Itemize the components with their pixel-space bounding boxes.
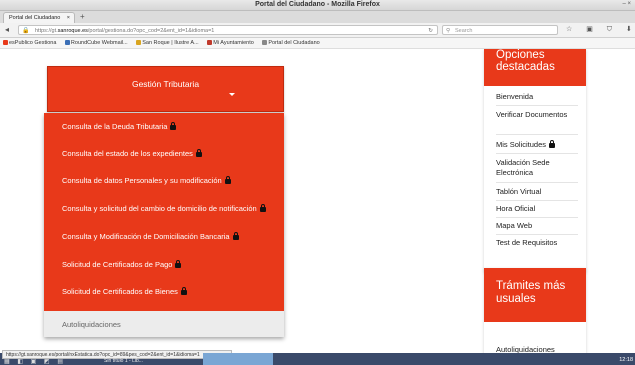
divider bbox=[496, 105, 578, 106]
gestion-tributaria-dropdown[interactable]: Gestión Tributaria bbox=[47, 66, 284, 112]
menu-item-label: Consulta y solicitud del cambio de domic… bbox=[62, 204, 257, 213]
taskbar: https://gt.sanroque.es/portal/nxEstatica… bbox=[0, 350, 635, 365]
dropdown-menu: Consulta de la Deuda Tributaria Consulta… bbox=[44, 113, 284, 337]
menu-item-label: Solicitud de Certificados de Pago bbox=[62, 260, 173, 269]
bookmark-label: esPublico Gestiona bbox=[9, 40, 57, 46]
bookmarks-bar: esPublico Gestiona RoundCube Webmail... … bbox=[0, 38, 635, 49]
taskbar-window-button[interactable]: Sin título 1 - Lib... bbox=[104, 358, 143, 365]
bookmark-label: Mi Ayuntamiento bbox=[213, 40, 254, 46]
menu-item-label: Consulta de datos Personales y su modifi… bbox=[62, 176, 222, 185]
sidebar-item-label: Mis Solicitudes bbox=[496, 140, 547, 149]
dropdown-label: Gestión Tributaria bbox=[131, 79, 200, 89]
url-prefix: https://gt. bbox=[35, 28, 58, 34]
sidebar-item-validacion-sede[interactable]: Validación Sede Electrónica bbox=[496, 158, 578, 178]
search-input[interactable]: ⚲ Search bbox=[442, 25, 558, 35]
bookmark-label: San Roque | Ilustre A... bbox=[142, 40, 199, 46]
tab-bar: Portal del Ciudadano × + bbox=[0, 11, 635, 23]
divider bbox=[496, 134, 578, 135]
sidebar-item-hora-oficial[interactable]: Hora Oficial bbox=[496, 204, 578, 214]
url-path: /portal/gestiona.do?opc_cod=2&ent_id=1&i… bbox=[87, 28, 215, 34]
bookmark-portal-ciudadano[interactable]: Portal del Ciudadano bbox=[262, 38, 320, 48]
divider bbox=[496, 217, 578, 218]
opciones-destacadas-panel: Opciones destacadas Bienvenida Verificar… bbox=[484, 49, 586, 272]
lock-icon bbox=[175, 260, 182, 268]
lock-icon bbox=[180, 287, 187, 295]
menu-item-datos-personales[interactable]: Consulta de datos Personales y su modifi… bbox=[44, 167, 284, 193]
bookmark-favicon-icon bbox=[3, 40, 8, 45]
taskbar-launcher-icons[interactable]: ▦ ◧ ▣ ◩ ▤ bbox=[4, 358, 66, 365]
bookmark-mi-ayuntamiento[interactable]: Mi Ayuntamiento bbox=[207, 38, 254, 48]
menu-item-label: Consulta y Modificación de Domiciliación… bbox=[62, 232, 230, 241]
sidebar-item-test-requisitos[interactable]: Test de Requisitos bbox=[496, 238, 578, 248]
bookmark-favicon-icon bbox=[262, 40, 268, 45]
bookmark-favicon-icon bbox=[136, 40, 142, 45]
sidebar-item-mis-solicitudes[interactable]: Mis Solicitudes bbox=[496, 140, 578, 150]
bookmark-label: RoundCube Webmail... bbox=[70, 40, 128, 46]
menu-item-autoliquidaciones[interactable]: Autoliquidaciones bbox=[44, 311, 284, 337]
secure-lock-icon: 🔒 bbox=[22, 28, 30, 34]
menu-item-label: Autoliquidaciones bbox=[62, 320, 121, 329]
taskbar-clock: 12:18 bbox=[619, 357, 633, 363]
window-controls[interactable]: – × bbox=[622, 1, 631, 7]
bookmark-san-roque[interactable]: San Roque | Ilustre A... bbox=[136, 38, 199, 48]
search-placeholder: Search bbox=[455, 28, 473, 34]
back-button[interactable]: ◂ bbox=[5, 25, 9, 34]
reload-icon[interactable]: ↻ bbox=[428, 26, 433, 34]
window-title: Portal del Ciudadano - Mozilla Firefox bbox=[255, 1, 380, 8]
sidebar-item-tablon-virtual[interactable]: Tablón Virtual bbox=[496, 187, 578, 197]
bookmark-label: Portal del Ciudadano bbox=[268, 40, 320, 46]
menu-item-domiciliacion-bancaria[interactable]: Consulta y Modificación de Domiciliación… bbox=[44, 223, 284, 249]
chevron-down-icon bbox=[229, 93, 235, 96]
sidebar2-item-autoliquidaciones[interactable]: Autoliquidaciones bbox=[496, 345, 578, 353]
lock-icon bbox=[549, 140, 556, 148]
bookmark-roundcube[interactable]: RoundCube Webmail... bbox=[64, 38, 128, 48]
menu-item-label: Consulta de la Deuda Tributaria bbox=[62, 122, 168, 131]
divider bbox=[496, 153, 578, 154]
menu-item-label: Consulta del estado de los expedientes bbox=[62, 149, 193, 158]
tramites-usuales-panel: Trámites más usuales Autoliquidaciones bbox=[484, 268, 586, 353]
sidebar-item-mapa-web[interactable]: Mapa Web bbox=[496, 221, 578, 231]
bookmark-favicon-icon bbox=[64, 40, 70, 45]
bookmark-favicon-icon bbox=[207, 40, 213, 45]
toolbar-icons[interactable]: ☆ ▣ ⛉ ⬇ ⌂ bbox=[566, 25, 635, 34]
menu-item-certificados-bienes[interactable]: Solicitud de Certificados de Bienes bbox=[44, 278, 284, 304]
menu-item-label: Solicitud de Certificados de Bienes bbox=[62, 287, 178, 296]
lock-icon bbox=[224, 176, 231, 184]
navigation-bar: ◂ 🔒 https://gt.sanroque.es/portal/gestio… bbox=[0, 23, 635, 38]
window-titlebar: Portal del Ciudadano - Mozilla Firefox –… bbox=[0, 0, 635, 11]
tab-portal-ciudadano[interactable]: Portal del Ciudadano × bbox=[3, 12, 75, 23]
lock-icon bbox=[170, 122, 177, 130]
search-icon: ⚲ bbox=[446, 28, 451, 34]
menu-item-deuda-tributaria[interactable]: Consulta de la Deuda Tributaria bbox=[44, 113, 284, 139]
taskbar-active-window[interactable] bbox=[203, 353, 273, 365]
url-domain: sanroque.es bbox=[57, 28, 88, 34]
sidebar-heading: Opciones destacadas bbox=[484, 49, 586, 86]
divider bbox=[496, 234, 578, 235]
sidebar-title: Opciones destacadas bbox=[496, 49, 555, 73]
menu-item-estado-expedientes[interactable]: Consulta del estado de los expedientes bbox=[44, 140, 284, 166]
sidebar-item-bienvenida[interactable]: Bienvenida bbox=[496, 92, 578, 102]
tab-label: Portal del Ciudadano bbox=[9, 15, 61, 21]
menu-item-certificados-pago[interactable]: Solicitud de Certificados de Pago bbox=[44, 251, 284, 277]
sidebar2-heading: Trámites más usuales bbox=[484, 268, 586, 322]
page-content: Gestión Tributaria Consulta de la Deuda … bbox=[0, 49, 635, 353]
lock-icon bbox=[195, 149, 202, 157]
lock-icon bbox=[232, 232, 239, 240]
sidebar-item-verificar-documentos[interactable]: Verificar Documentos bbox=[496, 110, 578, 120]
divider bbox=[496, 182, 578, 183]
divider bbox=[496, 200, 578, 201]
lock-icon bbox=[259, 204, 266, 212]
new-tab-button[interactable]: + bbox=[80, 12, 85, 21]
menu-item-cambio-domicilio[interactable]: Consulta y solicitud del cambio de domic… bbox=[44, 195, 284, 221]
bookmark-espublico[interactable]: esPublico Gestiona bbox=[3, 38, 56, 48]
sidebar2-title: Trámites más usuales bbox=[496, 280, 566, 305]
url-bar[interactable]: 🔒 https://gt.sanroque.es/portal/gestiona… bbox=[18, 25, 438, 35]
